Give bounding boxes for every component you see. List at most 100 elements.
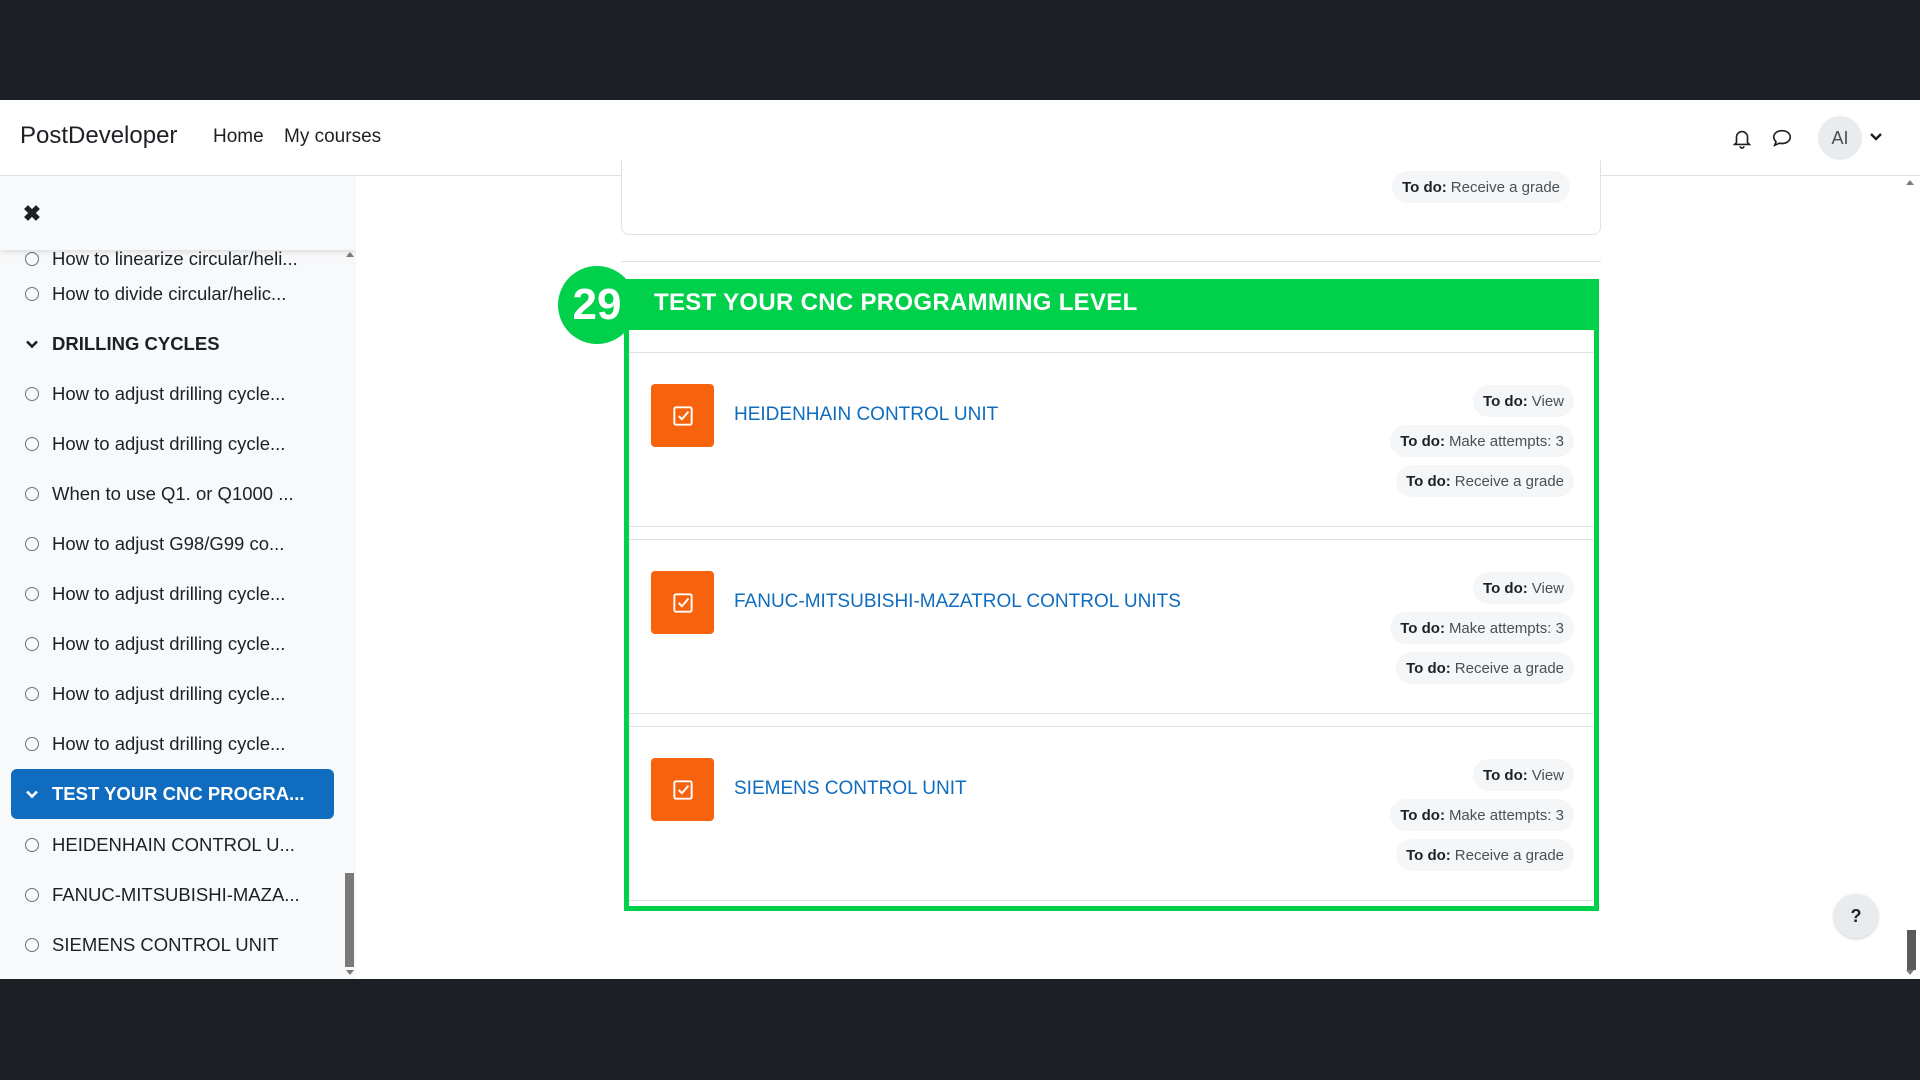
help-button[interactable]: ? xyxy=(1834,894,1878,938)
drawer-item-label: How to adjust drilling cycle... xyxy=(52,383,286,404)
bell-icon[interactable] xyxy=(1728,124,1756,152)
drawer-item-label: How to adjust G98/G99 co... xyxy=(52,533,285,554)
drawer-item-activity[interactable]: How to adjust G98/G99 co... xyxy=(0,519,340,569)
drawer-item-activity[interactable]: SIEMENS CONTROL UNIT xyxy=(0,920,340,970)
drawer-item-label: How to adjust drilling cycle... xyxy=(52,733,286,754)
activity-siemens: SIEMENS CONTROL UNIT To do: View To do: Ma… xyxy=(629,726,1594,901)
app-window: PostDeveloper Home My courses AI ✖ How t… xyxy=(0,100,1920,979)
todo-badge: To do: Receive a grade xyxy=(1396,465,1574,497)
section-number-badge: 29 xyxy=(558,266,636,344)
circle-icon xyxy=(25,888,39,902)
chevron-down-icon[interactable] xyxy=(1868,128,1888,148)
chevron-down-icon[interactable] xyxy=(24,786,40,802)
todo-badge: To do: Make attempts: 3 xyxy=(1390,799,1574,831)
drawer-item-activity[interactable]: How to adjust drilling cycle... xyxy=(0,369,340,419)
site-brand[interactable]: PostDeveloper xyxy=(20,122,177,150)
todo-label: To do: xyxy=(1406,472,1451,490)
todo-value: Receive a grade xyxy=(1450,178,1560,196)
scroll-up-arrow[interactable] xyxy=(346,252,354,257)
drawer-item-activity[interactable]: How to divide circular/helic... xyxy=(0,269,340,319)
todo-value: Make attempts: 3 xyxy=(1448,806,1564,824)
drawer-item-activity[interactable]: FANUC-MITSUBISHI-MAZA... xyxy=(0,870,340,920)
chat-bubble-icon[interactable] xyxy=(1768,124,1796,152)
activity-fanuc-mitsubishi-mazatrol: FANUC-MITSUBISHI-MAZATROL CONTROL UNITS … xyxy=(629,539,1594,714)
scroll-down-arrow[interactable] xyxy=(346,970,354,975)
todo-label: To do: xyxy=(1400,806,1445,824)
drawer-item-label: SIEMENS CONTROL UNIT xyxy=(52,934,279,955)
scroll-down-arrow[interactable] xyxy=(1906,970,1914,975)
todo-label: To do: xyxy=(1483,766,1528,784)
circle-icon xyxy=(25,437,39,451)
drawer-item-label: How to adjust drilling cycle... xyxy=(52,683,286,704)
circle-icon xyxy=(25,537,39,551)
todo-badge: To do: View xyxy=(1473,759,1574,791)
quiz-icon[interactable] xyxy=(651,571,714,634)
todo-label: To do: xyxy=(1406,659,1451,677)
activity-heidenhain: HEIDENHAIN CONTROL UNIT To do: View To do… xyxy=(629,352,1594,527)
todo-label: To do: xyxy=(1483,392,1528,410)
todo-badge: To do: View xyxy=(1473,572,1574,604)
drawer-item-label: How to adjust drilling cycle... xyxy=(52,633,286,654)
nav-home-link[interactable]: Home xyxy=(213,126,264,148)
drawer-item-activity[interactable]: How to adjust drilling cycle... xyxy=(0,569,340,619)
drawer-item-label: How to adjust drilling cycle... xyxy=(52,433,286,454)
todo-label: To do: xyxy=(1400,619,1445,637)
circle-icon xyxy=(25,687,39,701)
circle-icon xyxy=(25,838,39,852)
todo-label: To do: xyxy=(1400,432,1445,450)
section-divider xyxy=(621,261,1601,262)
circle-icon xyxy=(25,587,39,601)
drawer-scrollbar-thumb[interactable] xyxy=(345,873,354,967)
todo-badge: To do: Make attempts: 3 xyxy=(1390,612,1574,644)
drawer-item-label: How to linearize circular/heli... xyxy=(52,248,298,269)
circle-icon xyxy=(25,252,39,266)
screen-letterbox-top xyxy=(0,0,1920,100)
todo-badge: To do: Receive a grade xyxy=(1396,839,1574,871)
quiz-icon[interactable] xyxy=(651,758,714,821)
course-index-drawer: ✖ How to linearize circular/heli... How … xyxy=(0,176,356,979)
chevron-down-icon[interactable] xyxy=(24,336,40,352)
todo-badge: To do: Receive a grade xyxy=(1392,171,1570,203)
todo-value: Make attempts: 3 xyxy=(1448,432,1564,450)
todo-value: View xyxy=(1531,579,1564,597)
drawer-section-drilling-cycles[interactable]: DRILLING CYCLES xyxy=(0,319,340,369)
todo-value: Receive a grade xyxy=(1454,846,1564,864)
todo-badge: To do: Make attempts: 3 xyxy=(1390,425,1574,457)
drawer-item-activity[interactable]: How to adjust drilling cycle... xyxy=(0,419,340,469)
drawer-item-label: FANUC-MITSUBISHI-MAZA... xyxy=(52,884,300,905)
drawer-item-activity[interactable]: HEIDENHAIN CONTROL U... xyxy=(0,820,340,870)
activity-link[interactable]: SIEMENS CONTROL UNIT xyxy=(734,778,967,800)
todo-label: To do: xyxy=(1483,579,1528,597)
activity-link[interactable]: HEIDENHAIN CONTROL UNIT xyxy=(734,404,998,426)
screen-letterbox-bottom xyxy=(0,979,1920,1080)
drawer-section-label: DRILLING CYCLES xyxy=(52,333,220,354)
todo-badge: To do: View xyxy=(1473,385,1574,417)
todo-label: To do: xyxy=(1402,178,1447,196)
circle-icon xyxy=(25,637,39,651)
circle-icon xyxy=(25,487,39,501)
todo-value: View xyxy=(1531,766,1564,784)
scroll-up-arrow[interactable] xyxy=(1906,180,1914,185)
activity-link[interactable]: FANUC-MITSUBISHI-MAZATROL CONTROL UNITS xyxy=(734,591,1181,613)
drawer-item-activity[interactable]: How to adjust drilling cycle... xyxy=(0,619,340,669)
drawer-header: ✖ xyxy=(0,176,356,250)
user-avatar[interactable]: AI xyxy=(1818,116,1862,160)
drawer-section-label: TEST YOUR CNC PROGRA... xyxy=(52,783,305,804)
drawer-item-label: How to adjust drilling cycle... xyxy=(52,583,286,604)
circle-icon xyxy=(25,387,39,401)
circle-icon xyxy=(25,737,39,751)
nav-my-courses-link[interactable]: My courses xyxy=(284,126,381,148)
drawer-item-label: How to divide circular/helic... xyxy=(52,283,287,304)
section-title: TEST YOUR CNC PROGRAMMING LEVEL xyxy=(654,289,1138,316)
previous-activity-card: To do: Receive a grade xyxy=(621,160,1601,235)
drawer-item-activity[interactable]: How to adjust drilling cycle... xyxy=(0,719,340,769)
quiz-icon[interactable] xyxy=(651,384,714,447)
drawer-item-activity[interactable]: When to use Q1. or Q1000 ... xyxy=(0,469,340,519)
todo-value: View xyxy=(1531,392,1564,410)
close-icon[interactable]: ✖ xyxy=(20,202,44,226)
page-scrollbar-thumb[interactable] xyxy=(1907,930,1916,970)
drawer-item-activity[interactable]: How to adjust drilling cycle... xyxy=(0,669,340,719)
drawer-section-test-cnc-active[interactable]: TEST YOUR CNC PROGRA... xyxy=(0,769,340,819)
todo-value: Receive a grade xyxy=(1454,659,1564,677)
drawer-item-label: HEIDENHAIN CONTROL U... xyxy=(52,834,295,855)
